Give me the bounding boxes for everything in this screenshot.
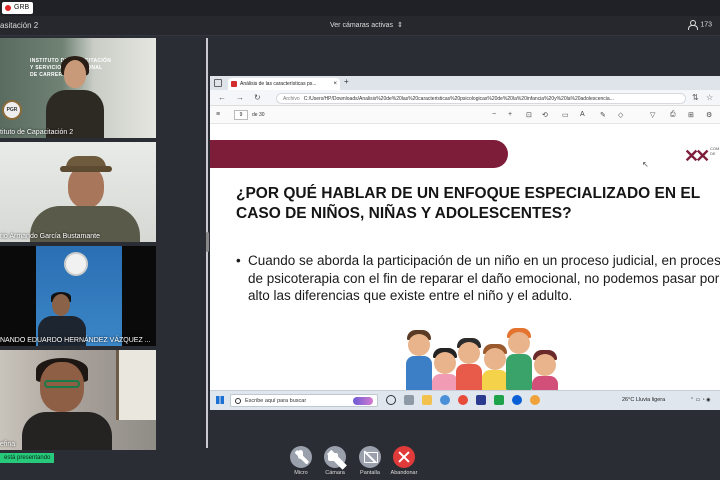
windows-taskbar: Escribe aquí para buscar 26°C Lluvia lig… xyxy=(210,390,720,410)
updown-arrows-icon: ⇕ xyxy=(397,22,403,29)
zoom-in-icon[interactable]: + xyxy=(508,111,512,118)
save-icon[interactable]: ⊞ xyxy=(688,111,694,119)
slide-header-bar xyxy=(210,140,508,168)
highlight-icon[interactable]: ▽ xyxy=(650,111,655,119)
camera-button[interactable]: Cámara xyxy=(323,446,347,476)
people-icon xyxy=(688,20,699,30)
reader-icon[interactable]: ⇅ xyxy=(692,93,699,102)
emblem-icon xyxy=(64,252,88,276)
view-mode-label: Ver cámaras activas xyxy=(330,22,394,29)
pdf-page: ✕✕ COM DE ↖ ¿POR QUÉ HABLAR DE UN ENFOQU… xyxy=(210,124,720,390)
search-highlight-icon xyxy=(353,397,373,405)
leave-button[interactable]: Abandonar xyxy=(391,446,417,476)
participants-button[interactable]: 173 xyxy=(688,20,712,30)
page-total: de 30 xyxy=(252,112,265,118)
chrome-icon[interactable] xyxy=(458,395,468,405)
task-view-icon[interactable] xyxy=(386,395,396,405)
url-field[interactable]: Archivo C:/Users/HP/Downloads/Analisis%20… xyxy=(276,93,686,104)
app-icon[interactable] xyxy=(494,395,504,405)
rotate-icon[interactable]: ⟲ xyxy=(542,111,548,119)
institution-logo: ✕✕ xyxy=(684,146,710,166)
window-menu-icon[interactable] xyxy=(214,79,222,87)
close-icon xyxy=(393,446,415,468)
search-placeholder: Escribe aquí para buscar xyxy=(245,398,307,404)
participant-name: tituto de Capacitación 2 xyxy=(0,129,74,136)
forward-icon[interactable]: → xyxy=(236,93,244,102)
participant-name: rio Armando García Bustamante xyxy=(0,233,100,240)
taskbar-search[interactable]: Escribe aquí para buscar xyxy=(230,394,378,407)
read-aloud-icon[interactable]: A xyxy=(580,111,585,118)
meeting-name: asitación 2 xyxy=(0,21,39,30)
draw-icon[interactable]: ✎ xyxy=(600,111,606,119)
page-number-input[interactable]: 9 xyxy=(234,110,248,120)
slide-bullet: Cuando se aborda la participación de un … xyxy=(236,252,720,305)
divider-handle[interactable] xyxy=(206,232,209,252)
print-icon[interactable]: ⎙ xyxy=(670,111,676,119)
browser-tabbar: Análisis de las características ps... × … xyxy=(210,76,720,90)
share-screen-button[interactable]: Pantalla xyxy=(358,446,382,476)
institution-logo: PGR xyxy=(2,100,22,120)
participant-tile[interactable]: efina xyxy=(0,350,156,450)
settings-icon[interactable]: ⚙ xyxy=(706,111,712,119)
pdf-toolbar: ≡ 9 de 30 − + ⊡ ⟲ ▭ A ✎ ◇ ▽ ⎙ ⊞ ⚙ xyxy=(210,106,720,124)
page-view-icon[interactable]: ▭ xyxy=(562,111,569,119)
system-tray[interactable]: ⌃ ▭ ◔ ◉ xyxy=(690,397,710,403)
participant-face xyxy=(64,60,86,88)
participant-count: 173 xyxy=(700,21,712,29)
tab-title: Análisis de las características ps... xyxy=(240,81,317,87)
mic-button[interactable]: Micro xyxy=(289,446,313,476)
slide-heading: ¿POR QUÉ HABLAR DE UN ENFOQUE ESPECIALIZ… xyxy=(236,185,700,222)
app-icon[interactable] xyxy=(476,395,486,405)
camera-off-icon xyxy=(324,446,346,468)
participant-name: NANDO EDUARDO HERNÁNDEZ VÁZQUEZ ... xyxy=(0,337,151,344)
edge-icon[interactable] xyxy=(440,395,450,405)
participant-face xyxy=(68,166,104,208)
recording-indicator: GRB xyxy=(2,2,34,14)
participant-tile[interactable]: INSTITUTO DE CAPACITACIÓN Y SERVICIO PRO… xyxy=(0,38,156,138)
file-explorer-icon[interactable] xyxy=(422,395,432,405)
meeting-app: GRB asitación 2 Ver cámaras activas ⇕ 173… xyxy=(0,0,720,480)
app-icon[interactable] xyxy=(530,395,540,405)
close-tab-icon[interactable]: × xyxy=(333,78,337,90)
meeting-titlebar: asitación 2 Ver cámaras activas ⇕ 173 xyxy=(0,16,720,36)
windows-start-icon[interactable] xyxy=(216,396,224,404)
mic-off-icon xyxy=(290,446,312,468)
leave-label: Abandonar xyxy=(390,470,418,476)
weather-widget[interactable]: 26°C Lluvia ligera xyxy=(622,397,665,403)
view-mode-selector[interactable]: Ver cámaras activas ⇕ xyxy=(330,21,403,29)
zoom-out-icon[interactable]: − xyxy=(492,111,496,118)
refresh-icon[interactable]: ↻ xyxy=(254,93,261,102)
contents-icon[interactable]: ≡ xyxy=(216,111,220,118)
back-icon[interactable]: ← xyxy=(218,93,226,102)
file-label: Archivo xyxy=(283,96,300,102)
screen-share-off-icon xyxy=(359,446,381,468)
search-icon xyxy=(235,398,241,404)
meeting-controls: Micro Cámara Pantalla Abandonar xyxy=(0,440,720,480)
fit-page-icon[interactable]: ⊡ xyxy=(526,111,532,119)
participant-tile[interactable]: NANDO EDUARDO HERNÁNDEZ VÁZQUEZ ... xyxy=(0,246,156,346)
participant-tile[interactable]: rio Armando García Bustamante xyxy=(0,142,156,242)
address-bar: ← → ↻ Archivo C:/Users/HP/Downloads/Anali… xyxy=(210,90,720,106)
browser-tab[interactable]: Análisis de las características ps... × xyxy=(228,78,340,90)
shared-screen: Análisis de las características ps... × … xyxy=(210,76,720,410)
browser-icon[interactable] xyxy=(512,395,522,405)
new-tab-button[interactable]: + xyxy=(344,77,349,86)
logo-text: COM DE xyxy=(710,146,720,156)
glasses xyxy=(44,380,80,388)
pdf-icon xyxy=(231,81,237,87)
top-strip: GRB xyxy=(0,0,720,16)
url-text: C:/Users/HP/Downloads/Analisis%20de%20la… xyxy=(303,96,614,102)
widgets-icon[interactable] xyxy=(404,395,414,405)
children-illustration xyxy=(406,310,576,390)
favorite-icon[interactable]: ☆ xyxy=(706,93,713,102)
mouse-cursor-icon: ↖ xyxy=(642,160,649,169)
erase-icon[interactable]: ◇ xyxy=(618,111,623,119)
participant-face xyxy=(52,294,70,316)
